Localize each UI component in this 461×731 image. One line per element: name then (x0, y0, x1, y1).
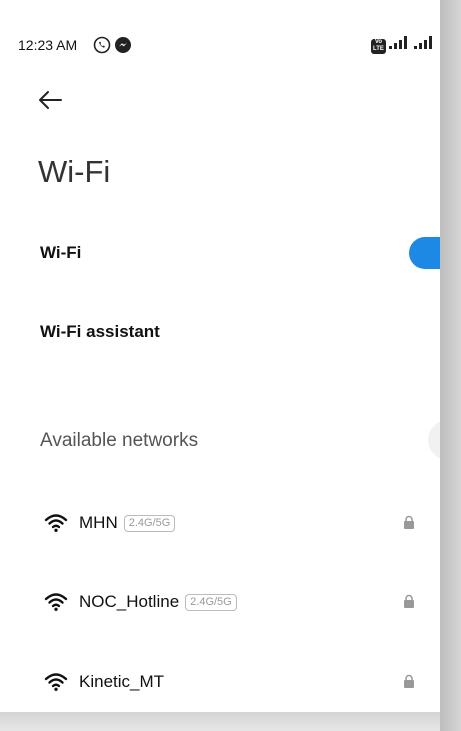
back-arrow-icon[interactable] (36, 88, 64, 112)
refresh-button[interactable] (428, 420, 440, 460)
volte-icon: Vo LTE (371, 39, 386, 54)
page-title: Wi-Fi (38, 154, 111, 189)
lock-icon (403, 674, 415, 693)
screen-bottom-shadow (0, 712, 440, 731)
network-item[interactable]: MHN 2.4G/5G (0, 504, 440, 544)
network-name: Kinetic_MT (79, 672, 165, 691)
phone-screen: 12:23 AM Vo LTE Wi-Fi Wi-Fi Wi-Fi assist… (0, 0, 440, 712)
status-time: 12:23 AM (18, 37, 78, 53)
wifi-toggle[interactable] (409, 237, 440, 269)
viber-icon (93, 36, 111, 59)
network-item[interactable]: Kinetic_MT (0, 663, 440, 703)
status-bar: 12:23 AM Vo LTE (0, 0, 440, 90)
lock-icon (403, 594, 415, 613)
messenger-icon (114, 36, 132, 59)
signal-icon (389, 35, 411, 54)
network-name: NOC_Hotline (79, 592, 180, 611)
lock-icon (403, 515, 415, 534)
status-right-group: Vo LTE (371, 35, 436, 54)
network-item[interactable]: NOC_Hotline 2.4G/5G (0, 583, 440, 623)
wifi-toggle-label[interactable]: Wi-Fi (40, 243, 81, 263)
wifi-signal-icon (44, 592, 68, 617)
wifi-assistant-item[interactable]: Wi-Fi assistant (40, 322, 160, 342)
wifi-signal-icon (44, 672, 68, 697)
signal-icon (414, 35, 436, 54)
network-name: MHN (79, 513, 118, 532)
wifi-signal-icon (44, 513, 68, 538)
available-networks-header: Available networks (40, 430, 199, 451)
band-badge: 2.4G/5G (185, 594, 237, 611)
band-badge: 2.4G/5G (123, 515, 176, 532)
screen-edge-shadow (440, 0, 461, 731)
